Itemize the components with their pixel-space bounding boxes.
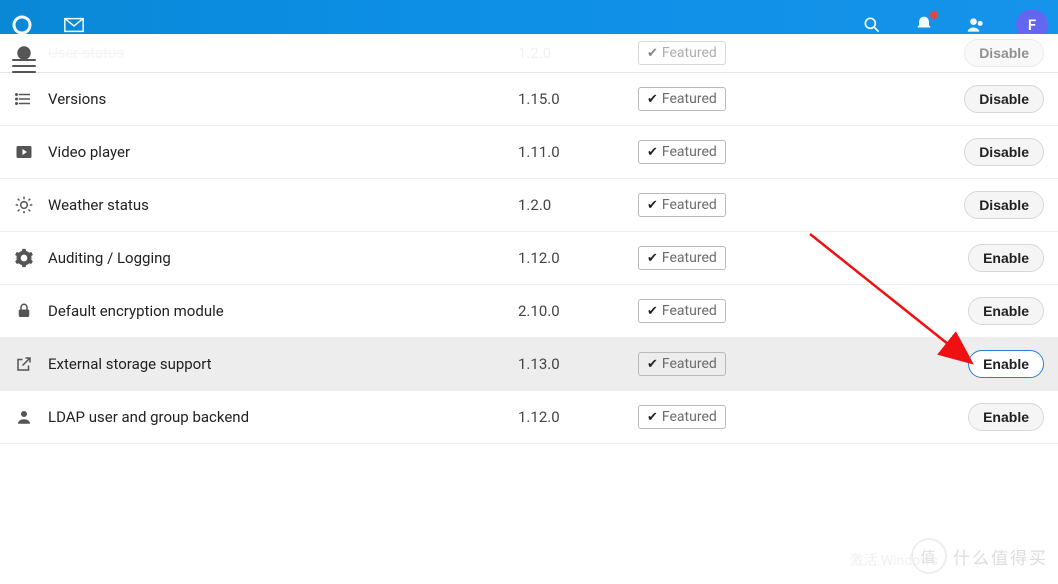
app-version: 1.2.0 — [518, 44, 638, 62]
featured-label: Featured — [662, 303, 717, 319]
disable-button[interactable]: Disable — [964, 138, 1044, 166]
featured-label: Featured — [662, 409, 717, 425]
menu-toggle-icon[interactable] — [12, 54, 36, 78]
app-name: User status — [48, 44, 518, 62]
app-row-versions[interactable]: Versions 1.15.0 ✔ Featured Disable — [0, 73, 1058, 126]
check-icon: ✔ — [647, 304, 658, 319]
featured-badge: ✔ Featured — [638, 246, 726, 270]
featured-label: Featured — [662, 356, 717, 372]
action-cell: Disable — [938, 39, 1058, 67]
featured-label: Featured — [662, 91, 717, 107]
disable-button[interactable]: Disable — [964, 85, 1044, 113]
app-name: Video player — [48, 143, 518, 161]
featured-badge: ✔ Featured — [638, 352, 726, 376]
play-icon — [0, 143, 48, 161]
watermark-circle-icon: 值 — [911, 538, 947, 574]
notification-badge — [930, 11, 938, 19]
app-version: 1.13.0 — [518, 355, 638, 373]
featured-badge: ✔ Featured — [638, 41, 726, 65]
app-version: 1.2.0 — [518, 196, 638, 214]
app-name: Auditing / Logging — [48, 249, 518, 267]
check-icon: ✔ — [647, 92, 658, 107]
app-version: 1.15.0 — [518, 90, 638, 108]
featured-cell: ✔ Featured — [638, 41, 938, 65]
enable-button[interactable]: Enable — [968, 244, 1044, 272]
check-icon: ✔ — [647, 198, 658, 213]
check-icon: ✔ — [647, 46, 658, 61]
app-list: Versions 1.15.0 ✔ Featured Disable Video… — [0, 73, 1058, 444]
check-icon: ✔ — [647, 251, 658, 266]
app-name: Versions — [48, 90, 518, 108]
check-icon: ✔ — [647, 410, 658, 425]
app-row-auditing[interactable]: Auditing / Logging 1.12.0 ✔ Featured Ena… — [0, 232, 1058, 285]
app-row-weather[interactable]: Weather status 1.2.0 ✔ Featured Disable — [0, 179, 1058, 232]
featured-badge: ✔ Featured — [638, 193, 726, 217]
featured-label: Featured — [662, 197, 717, 213]
featured-badge: ✔ Featured — [638, 405, 726, 429]
app-row-external-storage[interactable]: External storage support 1.13.0 ✔ Featur… — [0, 338, 1058, 391]
app-name: Default encryption module — [48, 302, 518, 320]
enable-button[interactable]: Enable — [968, 297, 1044, 325]
gear-icon — [0, 248, 48, 268]
featured-label: Featured — [662, 250, 717, 266]
featured-label: Featured — [662, 45, 717, 61]
app-version: 2.10.0 — [518, 302, 638, 320]
featured-label: Featured — [662, 144, 717, 160]
enable-button[interactable]: Enable — [968, 350, 1044, 378]
app-name: Weather status — [48, 196, 518, 214]
check-icon: ✔ — [647, 145, 658, 160]
external-icon — [0, 355, 48, 373]
app-row-ldap[interactable]: LDAP user and group backend 1.12.0 ✔ Fea… — [0, 391, 1058, 444]
featured-badge: ✔ Featured — [638, 299, 726, 323]
app-version: 1.11.0 — [518, 143, 638, 161]
disable-button[interactable]: Disable — [964, 39, 1044, 67]
weather-icon — [0, 195, 48, 215]
lock-icon — [0, 302, 48, 320]
disable-button[interactable]: Disable — [964, 191, 1044, 219]
app-row-partial[interactable]: User status 1.2.0 ✔ Featured Disable — [0, 34, 1058, 73]
app-name: LDAP user and group backend — [48, 408, 518, 426]
app-row-video-player[interactable]: Video player 1.11.0 ✔ Featured Disable — [0, 126, 1058, 179]
app-version: 1.12.0 — [518, 408, 638, 426]
app-version: 1.12.0 — [518, 249, 638, 267]
app-name: External storage support — [48, 355, 518, 373]
featured-badge: ✔ Featured — [638, 140, 726, 164]
watermark-text: 什么值得买 — [953, 544, 1048, 569]
app-row-encryption[interactable]: Default encryption module 2.10.0 ✔ Featu… — [0, 285, 1058, 338]
list-icon — [0, 90, 48, 108]
watermark: 值 什么值得买 — [911, 538, 1048, 574]
enable-button[interactable]: Enable — [968, 403, 1044, 431]
featured-badge: ✔ Featured — [638, 87, 726, 111]
check-icon: ✔ — [647, 357, 658, 372]
user-icon — [0, 408, 48, 426]
